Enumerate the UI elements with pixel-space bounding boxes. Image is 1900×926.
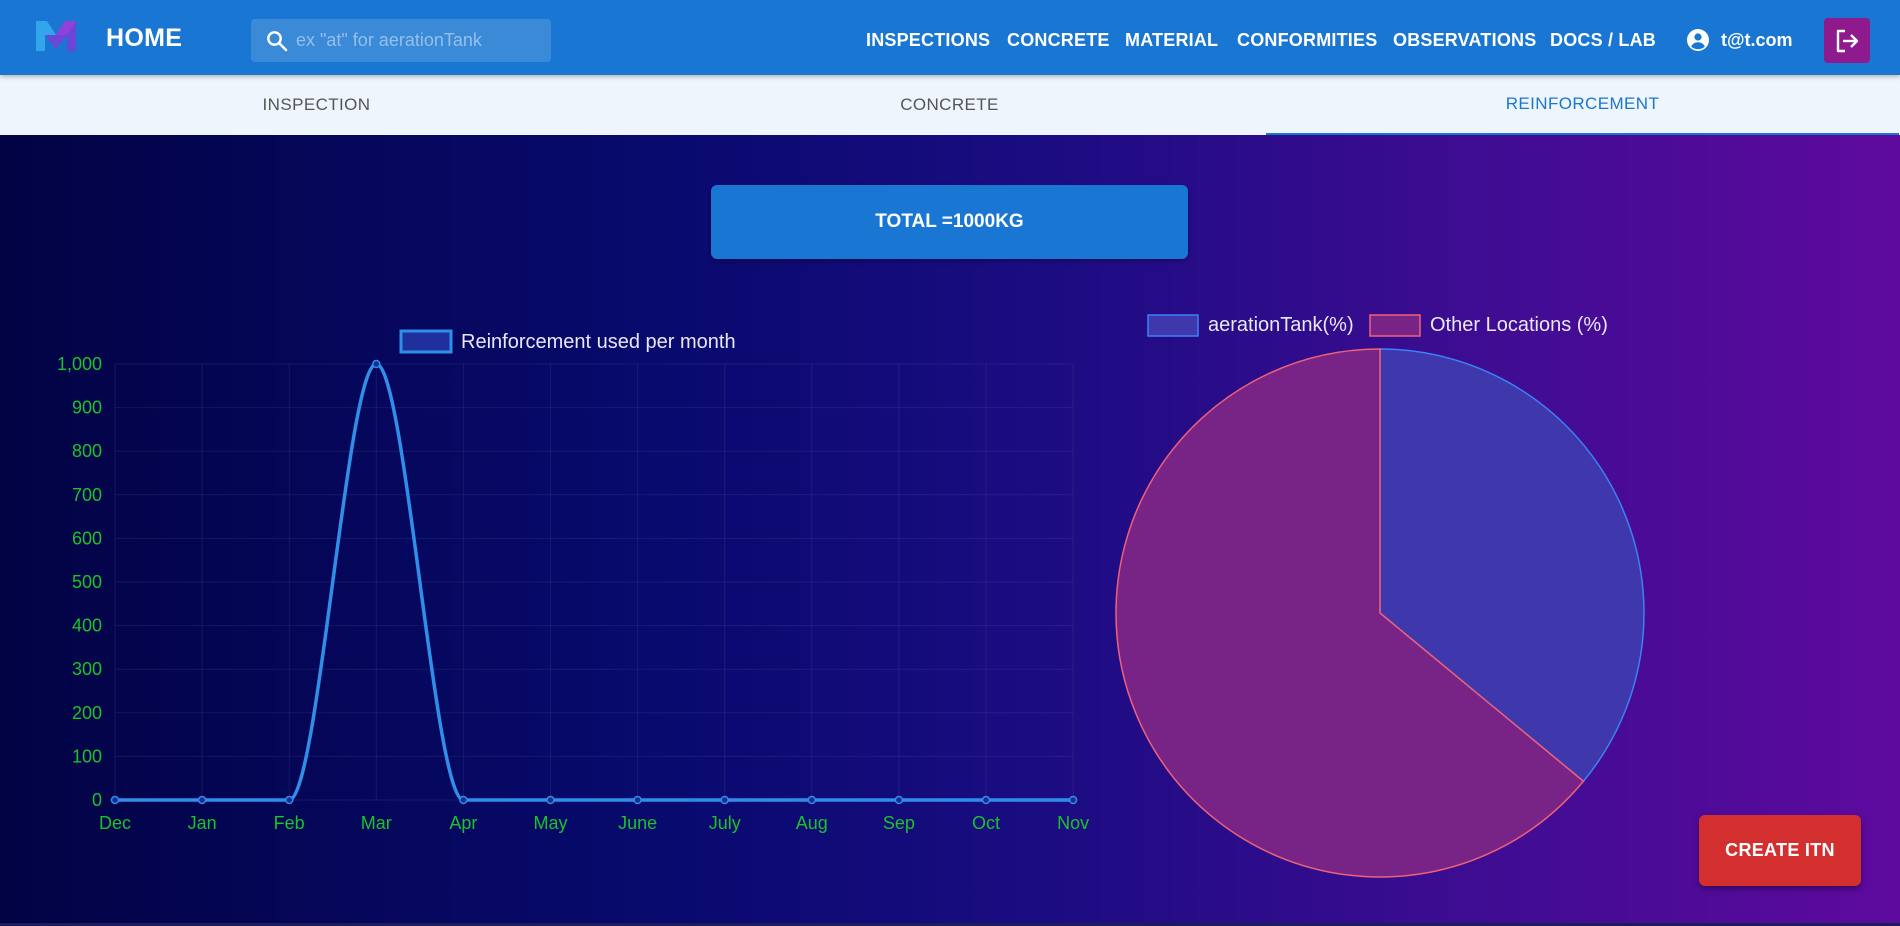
logout-icon [1836,29,1859,53]
legend-label: Other Locations (%) [1430,314,1608,336]
search-box[interactable] [251,19,551,62]
nav-docs-lab[interactable]: DOCS / LAB [1550,30,1656,51]
tab-reinforcement[interactable]: REINFORCEMENT [1266,75,1899,135]
search-input[interactable] [296,19,546,62]
home-link[interactable]: HOME [106,24,182,53]
tab-concrete[interactable]: CONCRETE [633,75,1266,135]
nav-conformities[interactable]: CONFORMITIES [1237,30,1377,51]
data-point [720,795,729,805]
y-tick-label: 500 [72,572,102,592]
data-point [807,795,817,805]
data-point [110,795,120,805]
data-point [372,359,381,369]
x-tick-label: Nov [1057,813,1089,833]
x-tick-label: Mar [361,813,392,833]
reinforcement-line-chart: 0 100 200 300 400 500 600 700 800 900 1,000 Dec Jan F… [57,329,1089,833]
logout-button[interactable] [1824,18,1870,63]
nav-observations[interactable]: OBSERVATIONS [1393,30,1536,51]
y-tick-label: 1,000 [57,354,102,374]
user-email: t@t.com [1721,29,1793,50]
x-tick-label: May [533,813,567,833]
account-circle-icon [1687,29,1709,51]
x-tick-label: Aug [796,813,828,833]
y-tick-label: 600 [72,528,102,548]
y-tick-label: 300 [72,659,102,679]
y-tick-label: 200 [72,703,102,723]
x-tick-label: Dec [99,813,131,833]
x-tick-label: July [709,813,741,833]
x-tick-label: Sep [883,813,915,833]
x-tick-label: Oct [972,813,1000,833]
x-tick-label: Feb [274,813,305,833]
app-bar: HOME INSPECTIONS CONCRETE MATERIAL CONFO… [0,0,1900,75]
legend-swatch [1369,314,1421,337]
y-tick-label: 900 [72,398,102,418]
data-point [197,795,207,805]
data-point [633,795,642,805]
section-tabs: INSPECTION CONCRETE REINFORCEMENT [0,75,1900,135]
x-tick-label: Jan [188,813,217,833]
data-point [894,795,904,805]
data-point [546,795,555,805]
location-pie-chart: aerationTank(%) Other Locations (%) [1115,314,1645,878]
nav-inspections[interactable]: INSPECTIONS [866,30,990,51]
x-tick-label: Apr [449,813,477,833]
data-point [1068,795,1078,805]
legend-label: Reinforcement used per month [461,331,736,353]
tab-inspection[interactable]: INSPECTION [0,75,633,135]
y-tick-label: 400 [72,616,102,636]
legend-label: aerationTank(%) [1208,314,1354,336]
nav-material[interactable]: MATERIAL [1125,30,1218,51]
nav-concrete[interactable]: CONCRETE [1007,30,1110,51]
data-point [284,795,294,805]
legend-swatch [1147,314,1199,337]
create-itn-button[interactable]: CREATE ITN [1699,815,1861,886]
legend-swatch [399,329,453,354]
y-tick-label: 100 [72,746,102,766]
logo-icon[interactable] [34,17,78,55]
y-tick-label: 0 [92,790,102,810]
x-tick-label: June [618,813,657,833]
y-tick-label: 700 [72,485,102,505]
data-point [981,795,991,805]
user-menu[interactable]: t@t.com [1686,29,1793,51]
y-tick-label: 800 [72,441,102,461]
search-icon [267,31,288,52]
data-point [459,795,468,805]
